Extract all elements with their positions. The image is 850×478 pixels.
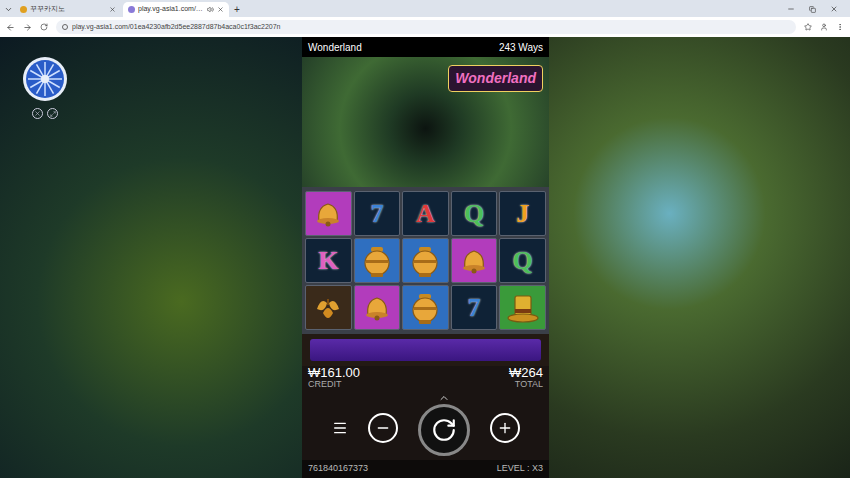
screen: 꾸꾸카지노play.vg-asia1.com/01ea42 + play.vg-as…	[0, 0, 850, 478]
reel-symbol: K	[305, 238, 352, 283]
minimize-icon[interactable]	[787, 5, 795, 13]
back-icon[interactable]	[6, 23, 15, 32]
bell-icon	[311, 197, 345, 231]
win-bar	[302, 334, 549, 366]
auto-spin-icon[interactable]	[438, 392, 450, 404]
credit: ₩161.00CREDIT	[308, 366, 360, 396]
reel-symbol: Q	[499, 238, 546, 283]
reel-symbol	[354, 285, 401, 330]
background-right	[549, 37, 850, 478]
bell-icon	[360, 291, 394, 325]
address-bar: play.vg-asia1.com/01ea4230afb2d5ee2887d8…	[0, 17, 850, 37]
reload-icon[interactable]	[40, 23, 48, 31]
reel-symbol	[354, 238, 401, 283]
reel-symbol: J	[499, 191, 546, 236]
controls	[302, 396, 549, 460]
game-footer: 761840167373LEVEL : X3	[302, 460, 549, 478]
restore-icon[interactable]	[809, 6, 816, 13]
game-page: Wonderland243 WaysWonderland7AQJKQ7₩161.…	[0, 37, 850, 478]
pot-icon	[360, 243, 394, 279]
close-tab-icon[interactable]	[217, 6, 224, 13]
new-tab-button[interactable]: +	[234, 5, 240, 15]
decrease-bet-button[interactable]	[368, 413, 398, 443]
pot-icon	[408, 290, 442, 326]
bookmark-icon[interactable]	[804, 23, 812, 31]
speaker-icon[interactable]	[207, 6, 214, 13]
balance-row: ₩161.00CREDIT ₩264TOTAL	[302, 366, 549, 396]
favicon-icon	[128, 6, 135, 13]
browser-tab[interactable]: play.vg-asia1.com/01ea42	[123, 2, 229, 17]
tab-strip: 꾸꾸카지노play.vg-asia1.com/01ea42 +	[0, 0, 850, 17]
spin-button[interactable]	[418, 404, 470, 456]
reel-symbol	[499, 285, 546, 330]
total-bet: ₩264TOTAL	[509, 366, 543, 396]
reel-symbol	[305, 191, 352, 236]
acorn-icon	[311, 291, 345, 325]
wheel-icon[interactable]	[22, 56, 68, 102]
tab-list-icon[interactable]	[4, 5, 13, 14]
reels: 7AQJKQ7	[302, 187, 549, 334]
pot-icon	[408, 243, 442, 279]
menu-button-icon[interactable]	[332, 420, 348, 436]
reel-symbol	[402, 238, 449, 283]
increase-bet-button[interactable]	[490, 413, 520, 443]
background-left	[0, 37, 302, 478]
profile-icon[interactable]	[820, 23, 828, 31]
hat-icon	[505, 291, 541, 325]
close-overlay-icon[interactable]	[32, 108, 43, 119]
game-panel: Wonderland243 WaysWonderland7AQJKQ7₩161.…	[302, 37, 549, 478]
reel-symbol: 7	[451, 285, 498, 330]
close-tab-icon[interactable]	[109, 6, 116, 13]
reel-symbol: 7	[354, 191, 401, 236]
reel-symbol	[402, 285, 449, 330]
expand-overlay-icon[interactable]	[47, 108, 58, 119]
game-header: Wonderland243 Ways	[302, 37, 549, 57]
reel-symbol	[451, 238, 498, 283]
game-scene: Wonderland	[302, 57, 549, 187]
url-field[interactable]: play.vg-asia1.com/01ea4230afb2d5ee2887d8…	[56, 20, 796, 34]
favicon-icon	[20, 6, 27, 13]
bell-icon	[457, 244, 491, 278]
browser-tab[interactable]: 꾸꾸카지노	[15, 2, 121, 17]
close-window-icon[interactable]	[830, 5, 838, 13]
game-logo: Wonderland	[448, 65, 543, 92]
reel-symbol: A	[402, 191, 449, 236]
forward-icon[interactable]	[23, 23, 32, 32]
site-info-icon[interactable]	[62, 24, 68, 30]
reel-symbol	[305, 285, 352, 330]
reel-symbol: Q	[451, 191, 498, 236]
menu-icon[interactable]	[836, 23, 844, 31]
